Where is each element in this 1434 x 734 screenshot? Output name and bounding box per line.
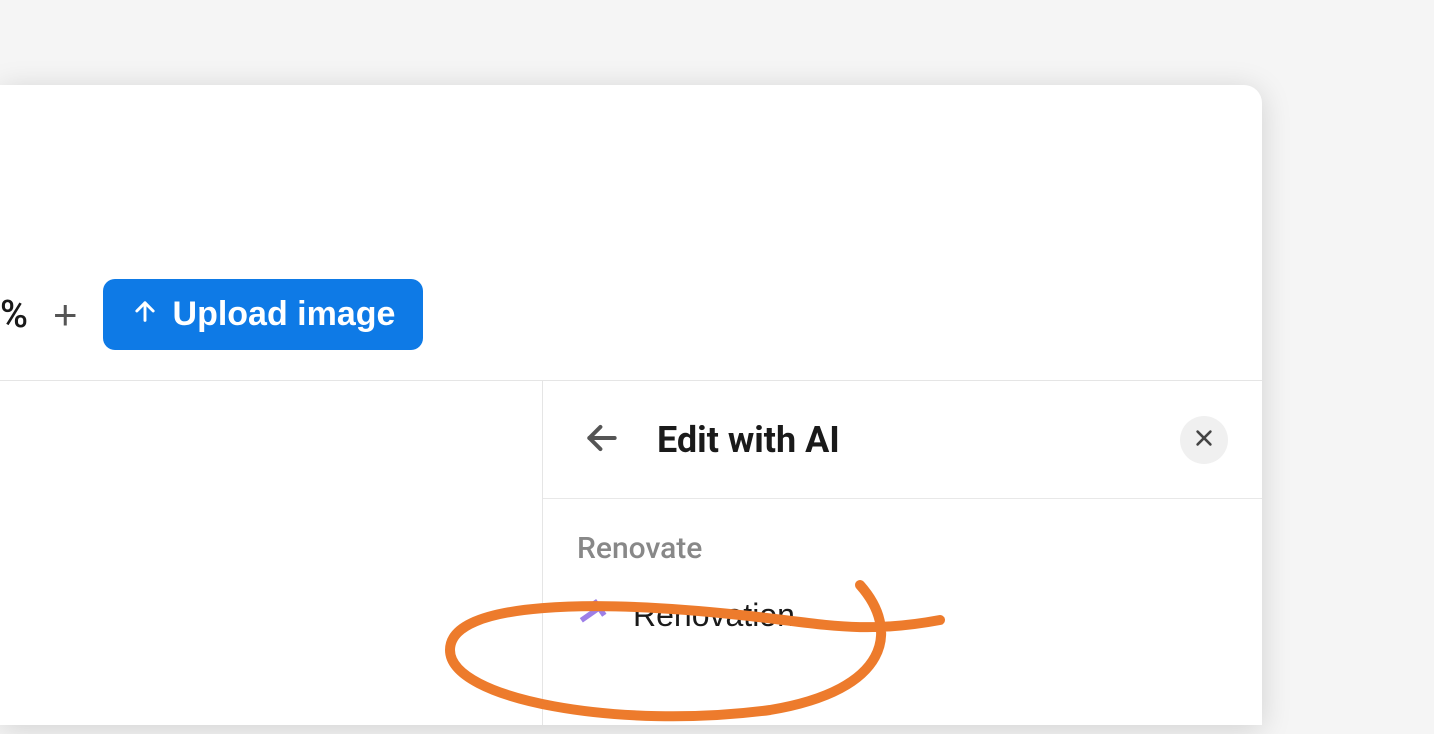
- close-button[interactable]: [1180, 416, 1228, 464]
- back-button[interactable]: [577, 413, 627, 466]
- zoom-percent-suffix: %: [0, 293, 28, 337]
- toolbar-content: % + Upload image: [0, 279, 423, 350]
- zoom-in-button[interactable]: +: [48, 294, 83, 336]
- plus-icon: +: [53, 291, 78, 338]
- menu-item-renovation[interactable]: Renovation: [577, 590, 795, 641]
- toolbar: % + Upload image: [0, 85, 1262, 381]
- upload-image-button[interactable]: Upload image: [103, 279, 424, 350]
- upload-button-label: Upload image: [173, 295, 396, 334]
- main-card: % + Upload image: [0, 85, 1262, 725]
- section-label-renovate: Renovate: [577, 531, 1228, 566]
- menu-item-label: Renovation: [633, 597, 795, 634]
- hammer-icon: [577, 596, 613, 635]
- panel-header: Edit with AI: [543, 381, 1262, 499]
- panel-body: Renovate Renovation: [543, 499, 1262, 673]
- panel-title: Edit with AI: [657, 419, 1180, 461]
- upload-arrow-icon: [131, 295, 159, 334]
- close-icon: [1193, 427, 1215, 452]
- arrow-left-icon: [583, 419, 621, 460]
- edit-ai-panel: Edit with AI Renovate Renovatio: [542, 381, 1262, 725]
